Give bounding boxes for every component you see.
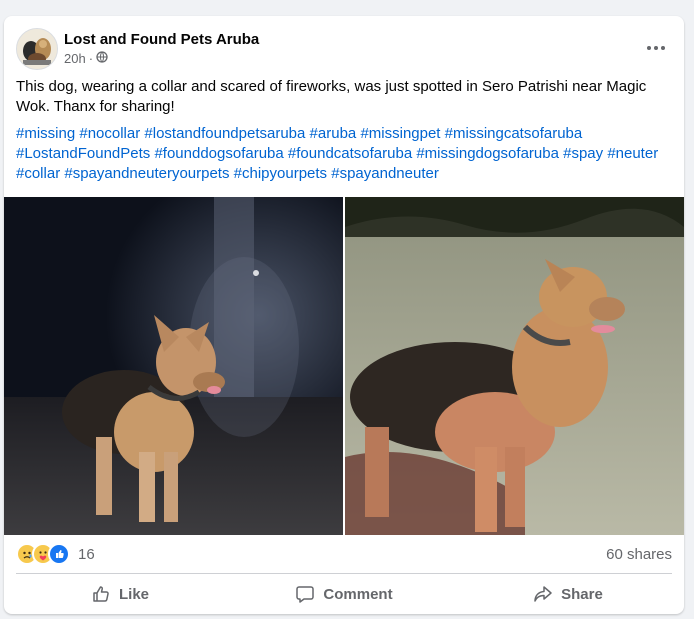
hashtag-link[interactable]: #LostandFoundPets [16,145,150,162]
hashtag-link[interactable]: #missingdogsofaruba [416,145,559,162]
photo-dog-night-2[interactable] [345,197,684,535]
share-label: Share [561,585,603,603]
hashtag-link[interactable]: #spayandneuteryourpets [64,165,229,182]
share-button[interactable]: Share [456,577,680,611]
comment-bubble-icon [295,584,315,604]
comment-label: Comment [323,585,393,603]
hashtag-link[interactable]: #neuter [607,145,658,162]
page-name[interactable]: Lost and Found Pets Aruba [64,31,259,48]
like-button[interactable]: Like [8,577,232,611]
hashtag-link[interactable]: #aruba [310,125,357,142]
hashtag-link[interactable]: #spay [563,145,603,162]
hashtag-link[interactable]: #foundcatsofaruba [288,145,412,162]
more-dots-icon[interactable] [642,38,670,58]
like-reaction-icon [48,543,70,565]
reaction-count[interactable]: 16 [78,546,95,563]
shares-count[interactable]: 60 shares [606,546,672,563]
post-meta: 20h · [64,51,108,66]
globe-icon[interactable] [96,51,108,66]
hashtag-link[interactable]: #missing [16,125,75,142]
post-text: This dog, wearing a collar and scared of… [16,78,647,115]
hashtag-link[interactable]: #missingpet [360,125,440,142]
photo-grid [4,197,684,535]
like-label: Like [118,585,149,603]
hashtag-link[interactable]: #founddogsofaruba [154,145,283,162]
comment-button[interactable]: Comment [232,577,456,611]
meta-separator: · [88,51,94,66]
hashtag-link[interactable]: #spayandneuter [331,165,439,182]
hashtag-link[interactable]: #missingcatsofaruba [445,125,583,142]
thumbs-up-icon [91,584,111,604]
actions-divider [16,573,672,574]
reaction-summary[interactable]: 16 [16,543,95,565]
post-card: Lost and Found Pets Aruba 20h · This dog… [4,16,684,614]
hashtag-link[interactable]: #lostandfoundpetsaruba [144,125,305,142]
post-header: Lost and Found Pets Aruba 20h · [16,28,672,72]
hashtag-link[interactable]: #nocollar [79,125,140,142]
photo-dog-night-1[interactable] [4,197,343,535]
share-arrow-icon [533,584,553,604]
page-avatar[interactable] [16,28,58,70]
hashtag-link[interactable]: #collar [16,165,60,182]
hashtag-link[interactable]: #chipyourpets [234,165,327,182]
action-bar: Like Comment Share [8,577,680,611]
post-timestamp[interactable]: 20h [64,51,86,66]
hashtag-list: #missing #nocollar #lostandfoundpetsarub… [16,124,666,184]
